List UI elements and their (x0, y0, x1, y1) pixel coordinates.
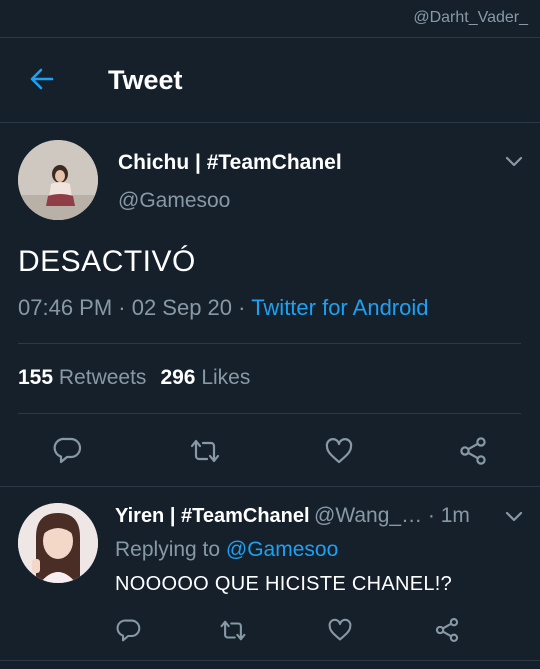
replying-to-prefix: Replying to (115, 538, 226, 561)
watermark: @Darht_Vader_ (413, 9, 528, 26)
reply-like-icon[interactable] (327, 618, 353, 642)
back-arrow-icon[interactable] (28, 65, 56, 93)
retweets-label[interactable]: Retweets (59, 366, 147, 389)
retweets-count[interactable]: 155 (18, 366, 53, 389)
reply-author-handle[interactable]: @Wang_… (314, 504, 422, 527)
tweet-source-link[interactable]: Twitter for Android (251, 295, 428, 320)
reply-author-name[interactable]: Yiren | #TeamChanel (115, 505, 310, 527)
divider (18, 413, 521, 414)
likes-label[interactable]: Likes (201, 366, 250, 389)
reply-reply-icon[interactable] (116, 618, 142, 642)
reply-chevron-down-icon[interactable] (503, 505, 525, 527)
reply-author-avatar-photo (18, 503, 98, 583)
replying-to-handle[interactable]: @Gamesoo (226, 538, 338, 561)
reply-author-avatar[interactable] (18, 503, 98, 583)
top-app-bar: Tweet (0, 38, 540, 123)
tweet-stats: 155 Retweets 296 Likes (18, 366, 250, 390)
author-name[interactable]: Chichu | #TeamChanel (118, 151, 342, 175)
replying-to: Replying to @Gamesoo (115, 538, 338, 562)
tweet-timestamp: 07:46 PM · 02 Sep 20 · (18, 295, 252, 320)
retweet-icon[interactable] (189, 438, 221, 464)
reply-icon[interactable] (53, 436, 83, 464)
divider (0, 486, 540, 487)
reply-timestamp: · 1m (422, 504, 470, 527)
tweet-meta: 07:46 PM · 02 Sep 20 · Twitter for Andro… (18, 295, 429, 321)
likes-count[interactable]: 296 (160, 366, 195, 389)
tweet-text: DESACTIVÓ (18, 245, 196, 278)
page-title: Tweet (108, 65, 183, 95)
like-icon[interactable] (324, 437, 354, 465)
divider (0, 660, 540, 661)
author-avatar-photo (18, 140, 98, 220)
reply-share-icon[interactable] (434, 617, 460, 643)
chevron-down-icon[interactable] (503, 150, 525, 172)
reply-retweet-icon[interactable] (219, 619, 247, 642)
reply-text: NOOOOO QUE HICISTE CHANEL!? (115, 573, 453, 595)
share-icon[interactable] (458, 436, 488, 466)
author-avatar[interactable] (18, 140, 98, 220)
watermark-bar: @Darht_Vader_ (0, 0, 540, 38)
author-handle[interactable]: @Gamesoo (118, 189, 230, 213)
divider (18, 343, 521, 344)
reply-header: Yiren | #TeamChanel @Wang_… · 1m (115, 504, 470, 528)
